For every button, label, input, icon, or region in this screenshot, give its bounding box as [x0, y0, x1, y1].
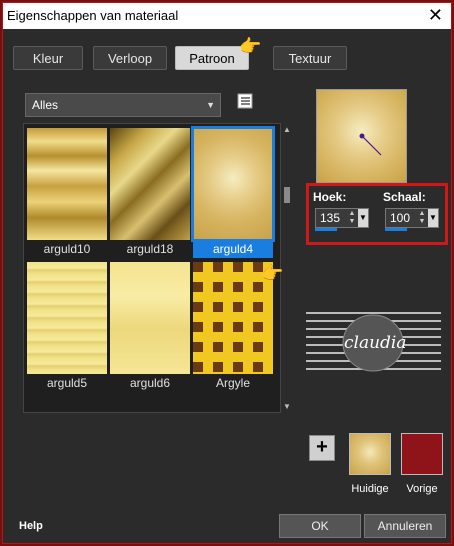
pattern-thumbnail	[27, 128, 107, 240]
close-icon[interactable]: ✕	[428, 5, 443, 25]
current-swatch[interactable]	[349, 433, 391, 475]
claudia-watermark: claudia	[306, 309, 441, 379]
title-bar: Eigenschappen van materiaal ✕	[3, 3, 451, 29]
previous-label: Vorige	[406, 483, 438, 495]
current-label: Huidige	[351, 483, 389, 495]
help-label[interactable]: Help	[19, 520, 43, 532]
watermark-text: claudia	[344, 333, 407, 353]
pattern-scrollbar[interactable]: ▲ ▼	[282, 125, 292, 411]
chevron-down-icon[interactable]: ▼	[358, 209, 368, 227]
material-properties-dialog: Eigenschappen van materiaal ✕ Kleur Verl…	[2, 2, 452, 544]
angle-slider-fill[interactable]	[315, 228, 337, 231]
scale-slider-fill[interactable]	[385, 228, 407, 231]
category-value: Alles	[32, 98, 59, 112]
pattern-thumbnail	[110, 128, 190, 240]
pattern-preview	[316, 89, 407, 183]
angle-spinbox[interactable]: 135 ▲ ▼ ▼	[315, 208, 369, 228]
angle-label: Hoek:	[313, 190, 347, 204]
scale-value: 100	[390, 211, 411, 225]
pattern-thumbnail	[110, 262, 190, 374]
previous-swatch[interactable]	[401, 433, 443, 475]
spin-arrows-icon[interactable]: ▲ ▼	[418, 210, 426, 226]
angle-scale-group: Hoek: 135 ▲ ▼ ▼ Schaal: 100 ▲ ▼ ▼	[306, 183, 448, 245]
ok-button[interactable]: OK	[279, 514, 361, 538]
pattern-label: arguld6	[129, 376, 171, 390]
angle-value: 135	[320, 211, 341, 225]
pattern-label: arguld5	[46, 376, 88, 390]
scrollbar-thumb[interactable]	[284, 187, 290, 203]
scroll-up-icon[interactable]: ▲	[282, 125, 292, 134]
tab-kleur[interactable]: Kleur	[13, 46, 83, 70]
chevron-down-icon: ▼	[206, 100, 215, 110]
chevron-down-icon[interactable]: ▼	[428, 209, 438, 227]
pattern-label: arguld4	[193, 242, 273, 258]
add-swatch-button[interactable]: +	[309, 435, 335, 461]
pattern-thumbnail	[27, 262, 107, 374]
pattern-label: arguld10	[43, 242, 91, 256]
scale-spinbox[interactable]: 100 ▲ ▼ ▼	[385, 208, 439, 228]
list-view-icon[interactable]	[237, 93, 253, 109]
angle-indicator[interactable]	[317, 90, 407, 183]
pattern-label: Argyle	[215, 376, 250, 390]
scale-label: Schaal:	[383, 190, 426, 204]
pointing-hand-icon: 👉	[261, 263, 284, 283]
pattern-grid: arguld10 arguld18 arguld4 arguld5 arguld…	[23, 123, 281, 413]
pattern-thumbnail	[191, 126, 275, 242]
pattern-label: arguld18	[126, 242, 174, 256]
pointing-hand-icon: 👉	[239, 36, 262, 56]
spin-arrows-icon[interactable]: ▲ ▼	[348, 210, 356, 226]
scroll-down-icon[interactable]: ▼	[282, 402, 292, 411]
window-title: Eigenschappen van materiaal	[7, 8, 179, 23]
tab-patroon[interactable]: Patroon	[175, 46, 249, 70]
cancel-button[interactable]: Annuleren	[364, 514, 446, 538]
category-dropdown[interactable]: Alles ▼	[25, 93, 221, 117]
tab-textuur[interactable]: Textuur	[273, 46, 347, 70]
tab-verloop[interactable]: Verloop	[93, 46, 167, 70]
